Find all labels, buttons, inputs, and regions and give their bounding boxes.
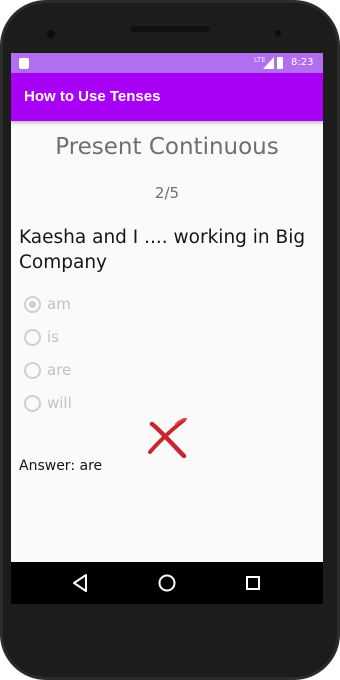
earpiece-speaker xyxy=(130,26,210,32)
navigation-bar xyxy=(11,562,323,604)
app-bar: How to Use Tenses xyxy=(11,73,323,121)
app-screen: LTE 8:23 How to Use Tenses Present Conti… xyxy=(11,53,323,604)
notification-icon xyxy=(19,58,29,69)
home-icon[interactable] xyxy=(147,562,187,604)
correct-answer: Answer: are xyxy=(19,458,103,474)
clock: 8:23 xyxy=(291,57,314,68)
battery-icon xyxy=(277,57,283,69)
back-icon[interactable] xyxy=(61,562,101,604)
recents-icon[interactable] xyxy=(233,562,273,604)
quiz-topic: Present Continuous xyxy=(55,134,279,160)
proximity-sensor xyxy=(275,30,281,36)
option-is[interactable]: is xyxy=(24,326,184,350)
signal-icon xyxy=(263,57,274,69)
option-are[interactable]: are xyxy=(24,359,184,383)
option-am[interactable]: am xyxy=(24,293,184,317)
option-label: is xyxy=(47,328,59,346)
option-will[interactable]: will xyxy=(24,392,184,416)
status-bar: LTE 8:23 xyxy=(11,53,323,73)
option-label: am xyxy=(47,295,71,313)
radio-selected-dot xyxy=(29,301,36,308)
radio-button[interactable] xyxy=(24,296,41,313)
app-title: How to Use Tenses xyxy=(24,88,161,105)
phone-frame: LTE 8:23 How to Use Tenses Present Conti… xyxy=(0,0,340,680)
quiz-progress: 2/5 xyxy=(154,184,180,202)
front-camera xyxy=(47,30,55,38)
question-text: Kaesha and I .... working in Big Company xyxy=(19,227,306,273)
radio-button[interactable] xyxy=(24,362,41,379)
radio-button[interactable] xyxy=(24,395,41,412)
option-label: will xyxy=(47,394,72,412)
option-label: are xyxy=(47,361,72,379)
wrong-cross-icon xyxy=(148,418,187,458)
radio-button[interactable] xyxy=(24,329,41,346)
